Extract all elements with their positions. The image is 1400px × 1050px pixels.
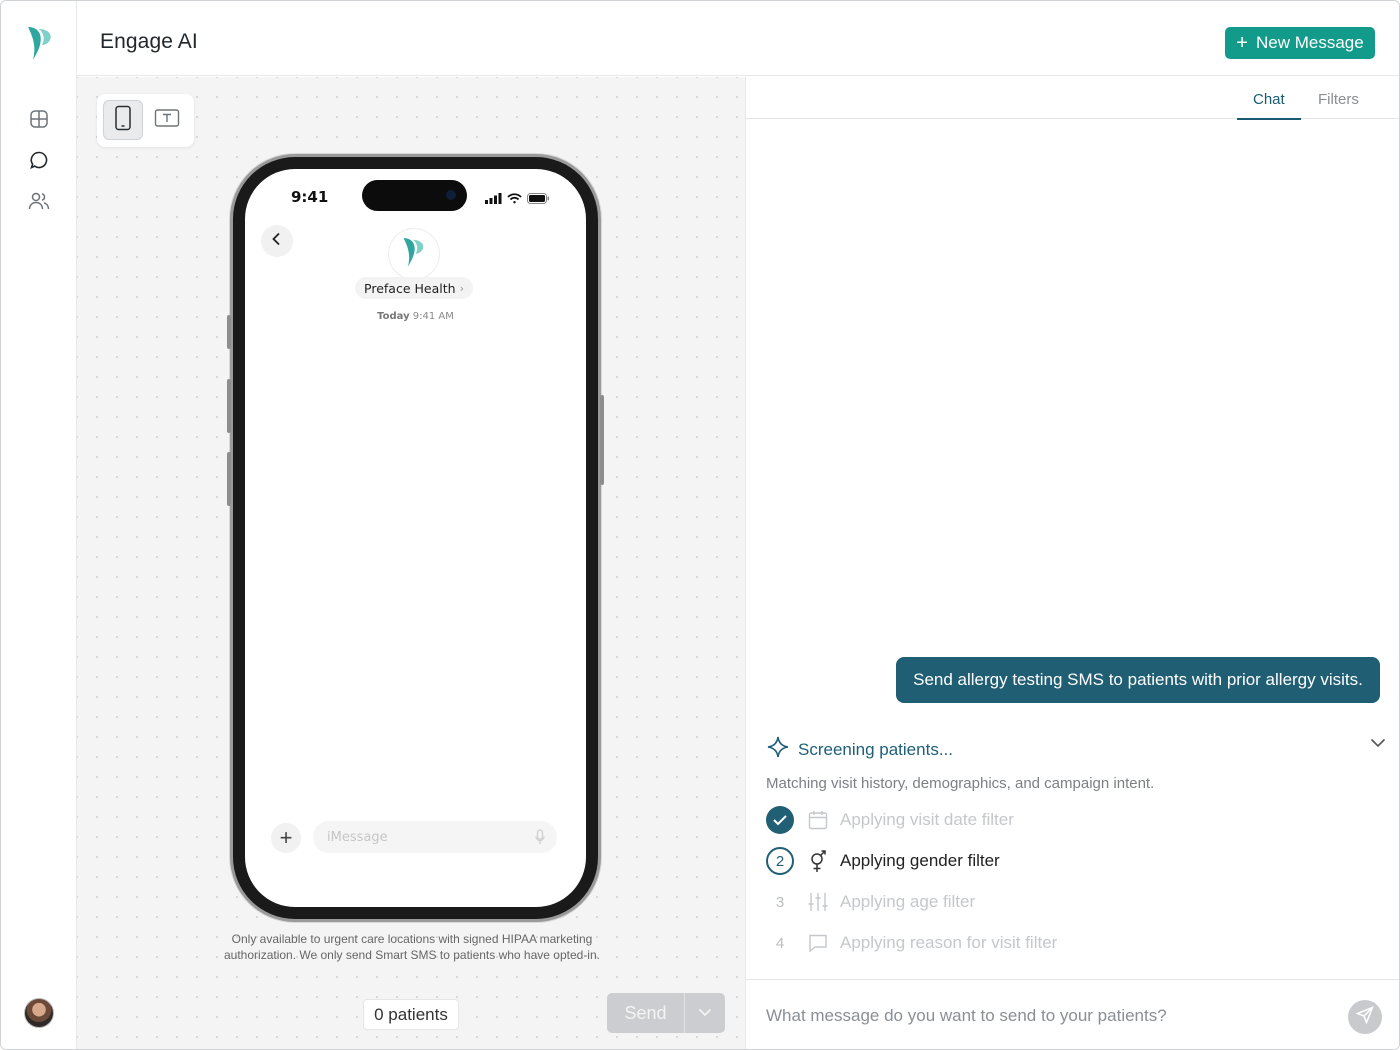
contact-name: Preface Health [364, 280, 456, 296]
user-message-bubble: Send allergy testing SMS to patients wit… [896, 657, 1380, 703]
screening-collapse-toggle[interactable] [1370, 735, 1386, 753]
phone-silent-switch [227, 315, 231, 349]
chevron-down-icon [1370, 735, 1386, 752]
thread-day: Today [377, 311, 410, 322]
send-options-dropdown[interactable] [684, 993, 725, 1033]
phone-view-toggle[interactable] [103, 100, 143, 140]
wifi-icon [507, 191, 522, 209]
hipaa-disclaimer: Only available to urgent care locations … [224, 932, 600, 962]
check-icon [766, 806, 794, 834]
step-label: Applying reason for visit filter [840, 933, 1058, 952]
patient-count: 0 patients [363, 999, 459, 1030]
calendar-icon [806, 808, 830, 832]
chevron-down-icon [698, 1004, 712, 1022]
step-number: 2 [766, 847, 794, 875]
send-chat-button[interactable] [1348, 1000, 1382, 1034]
new-message-button[interactable]: + New Message [1225, 27, 1375, 59]
imessage-input[interactable]: iMessage [313, 821, 557, 853]
users-icon [28, 191, 50, 216]
step-reason: 4 Applying reason for visit filter [766, 928, 1057, 958]
sidebar-item-messages[interactable] [25, 148, 53, 176]
chat-bubble-icon [29, 150, 49, 175]
dynamic-island [362, 180, 467, 211]
imessage-placeholder: iMessage [327, 829, 388, 845]
sidebar-item-dashboard[interactable] [25, 107, 53, 135]
dashboard-icon [29, 109, 49, 134]
sidebar-item-patients[interactable] [25, 189, 53, 217]
screening-title: Screening patients... [798, 739, 953, 759]
comment-icon [806, 931, 830, 955]
attach-button[interactable]: + [271, 823, 301, 853]
back-button[interactable] [261, 225, 293, 257]
phone-power-button [600, 395, 604, 485]
sidebar [1, 1, 77, 1049]
sliders-icon [806, 890, 830, 914]
preface-logo-icon [401, 236, 427, 273]
chat-composer [746, 979, 1399, 1049]
plus-icon: + [279, 825, 293, 850]
battery-icon [527, 191, 549, 209]
view-toggle [97, 94, 194, 147]
screening-header: Screening patients... [766, 735, 1386, 764]
chevron-left-icon [271, 232, 283, 251]
phone-volume-down [227, 452, 231, 506]
preface-logo-icon[interactable] [25, 25, 55, 61]
chat-input[interactable] [766, 1006, 1326, 1026]
plus-icon: + [1236, 32, 1248, 54]
thread-time: 9:41 AM [412, 311, 454, 322]
send-button[interactable]: Send [607, 993, 684, 1033]
text-view-toggle[interactable] [147, 100, 187, 140]
text-icon [154, 108, 180, 133]
ai-chat-pane: Chat Filters Send allergy testing SMS to… [745, 77, 1399, 1049]
signal-icon [485, 191, 502, 209]
phone-mockup: 9:41 Preface Health › Today 9:41 AM + iM… [227, 157, 604, 919]
tab-chat[interactable]: Chat [1237, 91, 1301, 120]
thread-timestamp: Today 9:41 AM [245, 311, 586, 322]
step-label: Applying gender filter [840, 851, 1000, 870]
step-label: Applying visit date filter [840, 810, 1014, 829]
paper-plane-icon [1355, 1005, 1374, 1029]
chevron-right-icon: › [459, 281, 464, 295]
top-header: Engage AI + New Message [77, 1, 1399, 76]
step-age: 3 Applying age filter [766, 887, 975, 917]
screening-status: Screening patients... Matching visit his… [766, 735, 1386, 953]
phone-icon [114, 105, 132, 136]
message-preview-pane: 9:41 Preface Health › Today 9:41 AM + iM… [77, 77, 745, 1049]
new-message-label: New Message [1255, 33, 1364, 52]
step-gender: 2 Applying gender filter [766, 846, 1000, 876]
status-icons [485, 191, 549, 209]
contact-name-pill[interactable]: Preface Health › [355, 277, 473, 299]
step-number: 3 [775, 893, 785, 911]
step-number: 4 [775, 934, 785, 952]
user-avatar[interactable] [24, 998, 54, 1028]
status-time: 9:41 [291, 188, 329, 206]
contact-avatar [389, 229, 439, 279]
gender-icon [806, 849, 830, 873]
step-visit-date: Applying visit date filter [766, 805, 1014, 835]
phone-volume-up [227, 379, 231, 433]
phone-screen: 9:41 Preface Health › Today 9:41 AM + iM… [245, 169, 586, 907]
send-button-group: Send [607, 993, 725, 1033]
microphone-icon [535, 829, 545, 849]
sparkle-icon [766, 735, 790, 764]
tab-filters[interactable]: Filters [1318, 91, 1359, 108]
page-title: Engage AI [100, 30, 198, 53]
screening-subtitle: Matching visit history, demographics, an… [766, 775, 1155, 792]
app-window: Engage AI + New Message 9:41 Preface Hea… [0, 0, 1400, 1050]
chat-tabs: Chat Filters [746, 77, 1399, 120]
step-label: Applying age filter [840, 892, 976, 911]
